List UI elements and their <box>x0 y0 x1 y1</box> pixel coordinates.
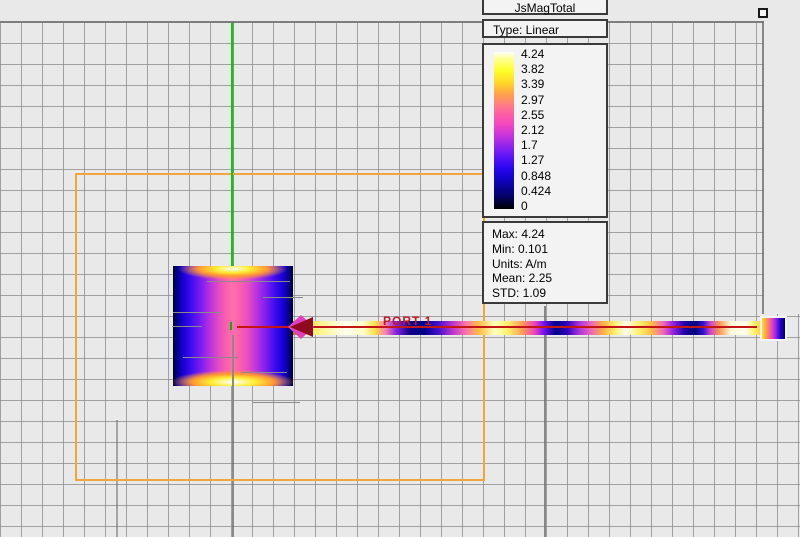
mesh-edge <box>207 281 290 282</box>
scale-value: 0.424 <box>521 183 552 198</box>
legend-title[interactable]: JsMagTotal <box>482 0 608 15</box>
stat-max: Max: 4.24 <box>492 227 545 241</box>
scale-value: 3.82 <box>521 62 545 77</box>
feed-point-marker <box>230 322 232 330</box>
mesh-boundary-edge <box>762 22 764 314</box>
scale-value: 0.848 <box>521 168 552 183</box>
axis-line <box>231 23 233 266</box>
mesh-edge <box>263 297 303 298</box>
feedline-current-density-plot[interactable] <box>293 321 762 335</box>
legend-statistics[interactable]: Max: 4.24 Min: 0.101 Units: A/m Mean: 2.… <box>482 221 608 304</box>
stat-std: STD: 1.09 <box>492 286 547 301</box>
scale-value: 1.7 <box>521 138 538 153</box>
mesh-boundary-blank <box>764 22 800 314</box>
airbox-top-edge <box>0 21 764 23</box>
scale-value: 3.39 <box>521 77 545 92</box>
scale-value: 2.97 <box>521 92 545 107</box>
waveport-plot[interactable] <box>762 318 785 339</box>
mesh-edge <box>242 372 287 373</box>
scale-value: 4.24 <box>521 47 545 61</box>
mesh-edge <box>173 312 222 313</box>
port-excitation-arrow-icon[interactable] <box>284 312 318 342</box>
scale-value: 2.12 <box>521 122 545 137</box>
stat-units: Units: A/m <box>492 256 547 271</box>
field-plot-window: PORT 1 JsMagTotal Type: Linear 4.24 3.82… <box>0 0 800 537</box>
port-label: PORT 1 <box>383 314 433 328</box>
scale-value: 2.55 <box>521 107 545 122</box>
stat-mean: Mean: 2.25 <box>492 271 553 286</box>
colorbar-values: 4.24 3.82 3.39 2.97 2.55 2.12 1.7 1.27 0… <box>521 48 602 212</box>
mesh-edge <box>172 326 202 327</box>
colorbar <box>494 52 514 209</box>
scale-value: 1.27 <box>521 153 545 168</box>
legend-color-scale[interactable]: 4.24 3.82 3.39 2.97 2.55 2.12 1.7 1.27 0… <box>482 43 608 218</box>
airbox-right-edge <box>544 306 546 537</box>
legend-scale-type[interactable]: Type: Linear <box>482 19 608 38</box>
mesh-edge <box>253 402 300 403</box>
mesh-edge <box>183 357 238 358</box>
selection-handle[interactable] <box>758 8 768 18</box>
stat-min: Min: 0.101 <box>492 241 549 256</box>
scale-value: 0 <box>521 198 528 213</box>
mesh-edge <box>232 335 234 421</box>
